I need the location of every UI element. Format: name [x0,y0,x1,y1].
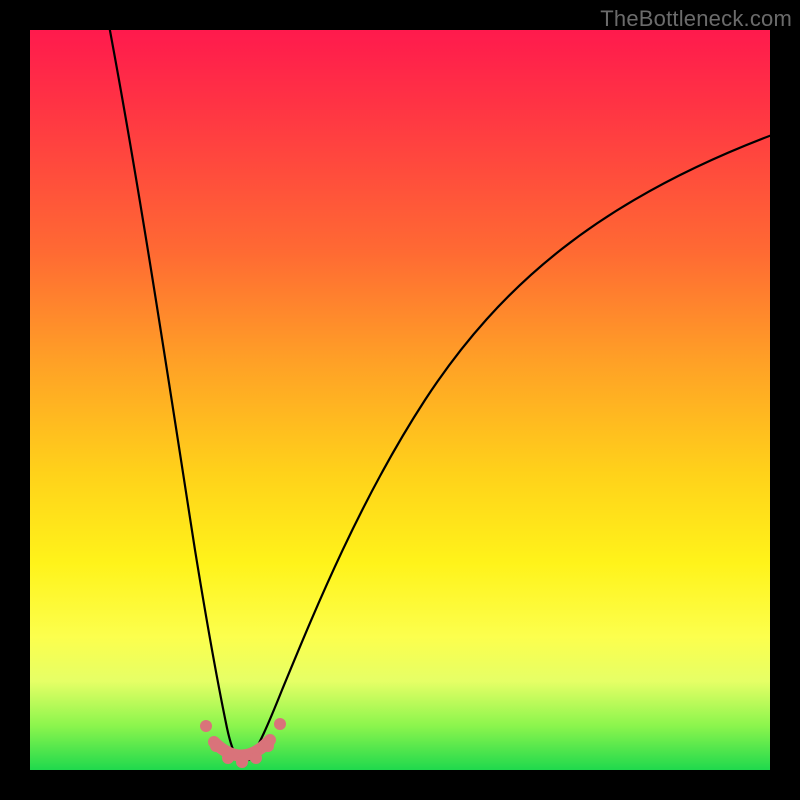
curve-right-branch [249,135,770,760]
marker-dot [200,720,212,732]
marker-dot [262,740,274,752]
marker-dot [274,718,286,730]
optimum-arc [214,740,270,756]
curve-left-branch [108,30,238,760]
marker-dot [222,752,234,764]
marker-dot [210,740,222,752]
curve-layer [30,30,770,770]
watermark-text: TheBottleneck.com [600,6,792,32]
plot-area [30,30,770,770]
chart-frame: TheBottleneck.com [0,0,800,800]
marker-dot [250,752,262,764]
marker-dot [236,756,248,768]
optimum-markers [200,718,286,768]
